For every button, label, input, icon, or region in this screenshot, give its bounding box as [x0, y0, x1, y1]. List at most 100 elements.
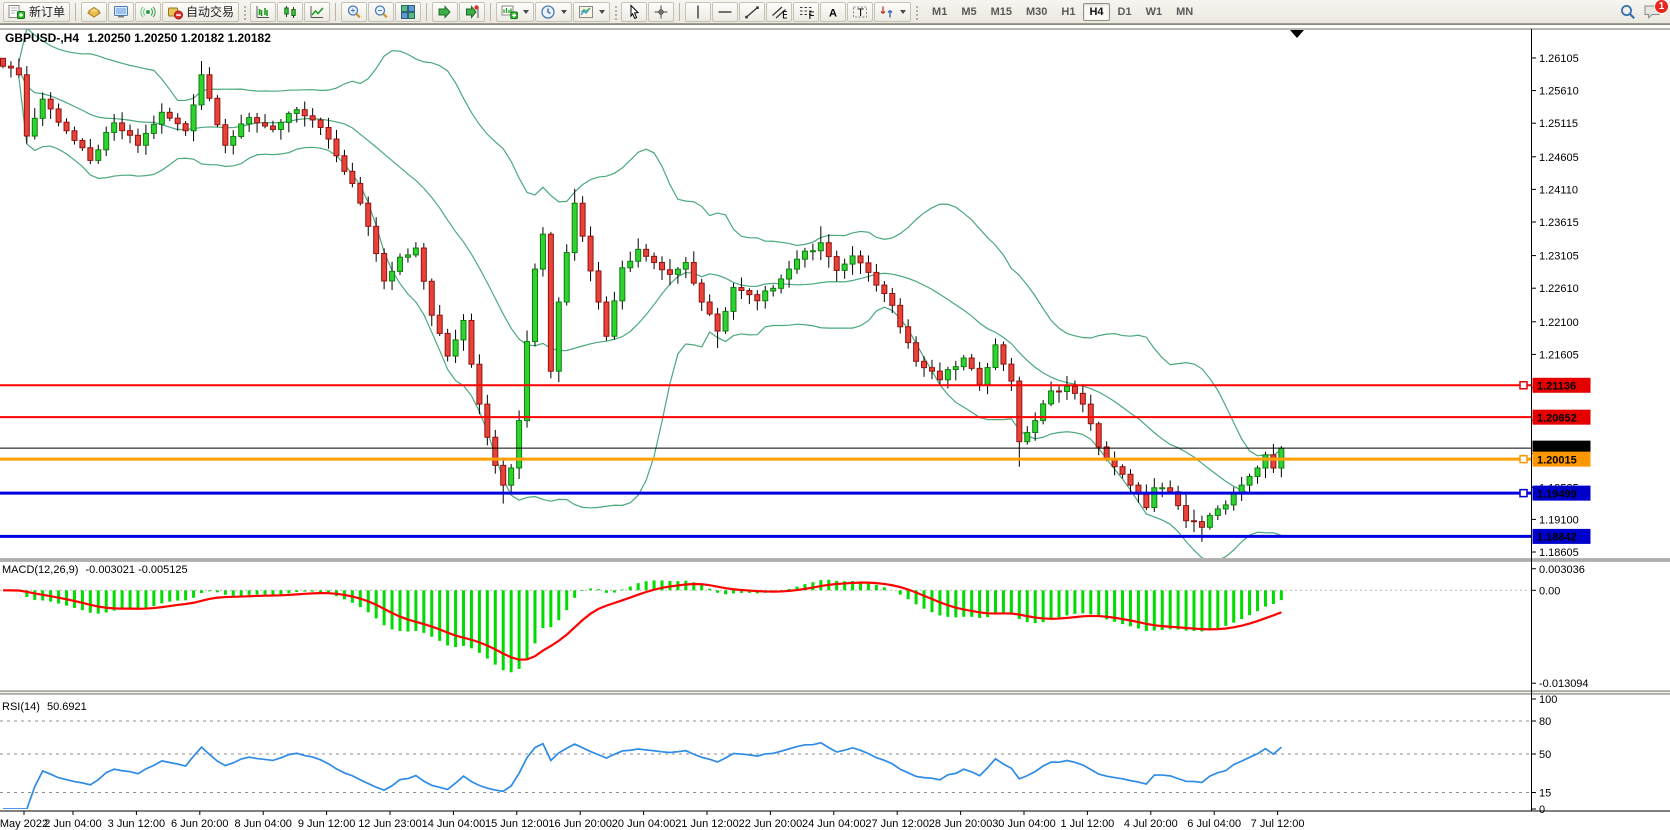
candle: [239, 124, 244, 137]
toolbar-drag-handle[interactable]: [613, 4, 618, 20]
toolbar-drag-handle[interactable]: [914, 4, 919, 20]
candle: [1263, 455, 1268, 468]
time-axis-label: 15 Jun 12:00: [485, 818, 549, 830]
chart-shift-button[interactable]: [459, 2, 485, 22]
time-axis[interactable]: May 20222 Jun 04:003 Jun 12:006 Jun 20:0…: [0, 811, 1670, 830]
auto-trading-button[interactable]: 自动交易: [162, 2, 239, 22]
template-button[interactable]: [573, 2, 610, 22]
time-axis-label: 21 Jun 12:00: [675, 818, 739, 830]
trendline-icon: [744, 4, 760, 20]
trendline-button[interactable]: [739, 2, 765, 22]
text-button[interactable]: A: [820, 2, 846, 22]
zoom-out-icon: [373, 4, 389, 20]
timeframe-group: M1M5M15M30H1H4D1W1MN: [926, 3, 1199, 21]
template-icon: [578, 4, 594, 20]
candle: [1168, 488, 1173, 492]
candle: [1128, 474, 1133, 485]
terminal-button[interactable]: [108, 2, 134, 22]
candle: [906, 327, 911, 343]
arrows-button[interactable]: [874, 2, 911, 22]
timeframe-button-w1[interactable]: W1: [1140, 3, 1169, 21]
candlestick-chart-button[interactable]: [277, 2, 303, 22]
search-button[interactable]: [1619, 3, 1637, 21]
crosshair-button[interactable]: [648, 2, 674, 22]
auto-trading-label: 自动交易: [186, 3, 234, 20]
svg-text:1.19100: 1.19100: [1539, 514, 1579, 526]
svg-text:80: 80: [1539, 716, 1551, 728]
level-anchor-square: [1520, 456, 1527, 463]
fibonacci-button[interactable]: F: [793, 2, 819, 22]
bar-chart-button[interactable]: [250, 2, 276, 22]
timeframe-button-m5[interactable]: M5: [955, 3, 982, 21]
svg-text:1.25115: 1.25115: [1539, 118, 1578, 130]
vertical-line-icon: [690, 4, 706, 20]
time-axis-label: 8 Jun 04:00: [234, 818, 292, 830]
candle: [358, 183, 363, 203]
signal-button[interactable]: [135, 2, 161, 22]
tile-windows-button[interactable]: [395, 2, 421, 22]
candle: [16, 68, 21, 75]
price-axis[interactable]: 1.261051.256101.251151.246051.241101.236…: [1520, 29, 1591, 816]
label-button[interactable]: T: [847, 2, 873, 22]
candle: [493, 437, 498, 465]
candle: [32, 118, 37, 136]
chart-canvas[interactable]: 1.261051.256101.251151.246051.241101.236…: [0, 25, 1670, 830]
price-badge-value: 1.18842: [1537, 532, 1577, 544]
price-level-lines[interactable]: [0, 385, 1531, 536]
candle: [151, 124, 156, 133]
candle: [112, 123, 117, 133]
timeframe-button-m15[interactable]: M15: [985, 3, 1018, 21]
toolbar-drag-handle[interactable]: [242, 4, 247, 20]
svg-text:1.24110: 1.24110: [1539, 184, 1578, 196]
candle: [72, 131, 77, 141]
new-chart-button[interactable]: [496, 2, 534, 22]
vertical-line-button[interactable]: [685, 2, 711, 22]
dropdown-caret: [561, 10, 567, 14]
candle: [1255, 468, 1260, 476]
candle: [596, 271, 601, 302]
zoom-in-button[interactable]: [341, 2, 367, 22]
market-button[interactable]: [81, 2, 107, 22]
timeframe-button-h4[interactable]: H4: [1083, 3, 1109, 21]
svg-text:T: T: [857, 6, 864, 18]
bollinger-bands: [19, 28, 1281, 560]
macd-name: MACD(12,26,9): [2, 564, 78, 576]
line-chart-button[interactable]: [304, 2, 330, 22]
candle: [1088, 404, 1093, 424]
period-button[interactable]: [535, 2, 572, 22]
cursor-icon: [626, 4, 642, 20]
svg-text:1.22100: 1.22100: [1539, 317, 1579, 329]
candles-layer: [1, 58, 1284, 541]
toolbar-separator: [679, 3, 680, 21]
candle: [175, 118, 180, 124]
timeframe-button-m30[interactable]: M30: [1020, 3, 1053, 21]
auto-scroll-button[interactable]: [432, 2, 458, 22]
candle: [525, 342, 530, 421]
candle: [286, 113, 291, 122]
timeframe-button-h1[interactable]: H1: [1055, 3, 1081, 21]
timeframe-button-d1[interactable]: D1: [1112, 3, 1138, 21]
chart-window[interactable]: 1.261051.256101.251151.246051.241101.236…: [0, 24, 1670, 830]
market-icon: [86, 4, 102, 20]
new-chart-icon: [501, 4, 518, 20]
candle: [1057, 391, 1062, 392]
rsi-line: [3, 743, 1281, 809]
chart-symbol-period: GBPUSD-,H4: [5, 31, 79, 45]
horizontal-line-button[interactable]: [712, 2, 738, 22]
zoom-in-icon: [346, 4, 362, 20]
new-order-button[interactable]: 新订单: [3, 2, 70, 22]
chart-shift-marker[interactable]: [1290, 30, 1304, 38]
candle: [810, 251, 815, 252]
timeframe-button-mn[interactable]: MN: [1170, 3, 1199, 21]
notifications-button[interactable]: 1: [1643, 3, 1663, 20]
candle: [1120, 467, 1125, 475]
zoom-out-button[interactable]: [368, 2, 394, 22]
channel-button[interactable]: E: [766, 2, 792, 22]
candle: [588, 236, 593, 271]
candle: [922, 361, 927, 367]
timeframe-button-m1[interactable]: M1: [926, 3, 953, 21]
candle: [977, 368, 982, 384]
level-anchor-square: [1520, 490, 1527, 497]
cursor-button[interactable]: [621, 2, 647, 22]
candle: [477, 364, 482, 404]
